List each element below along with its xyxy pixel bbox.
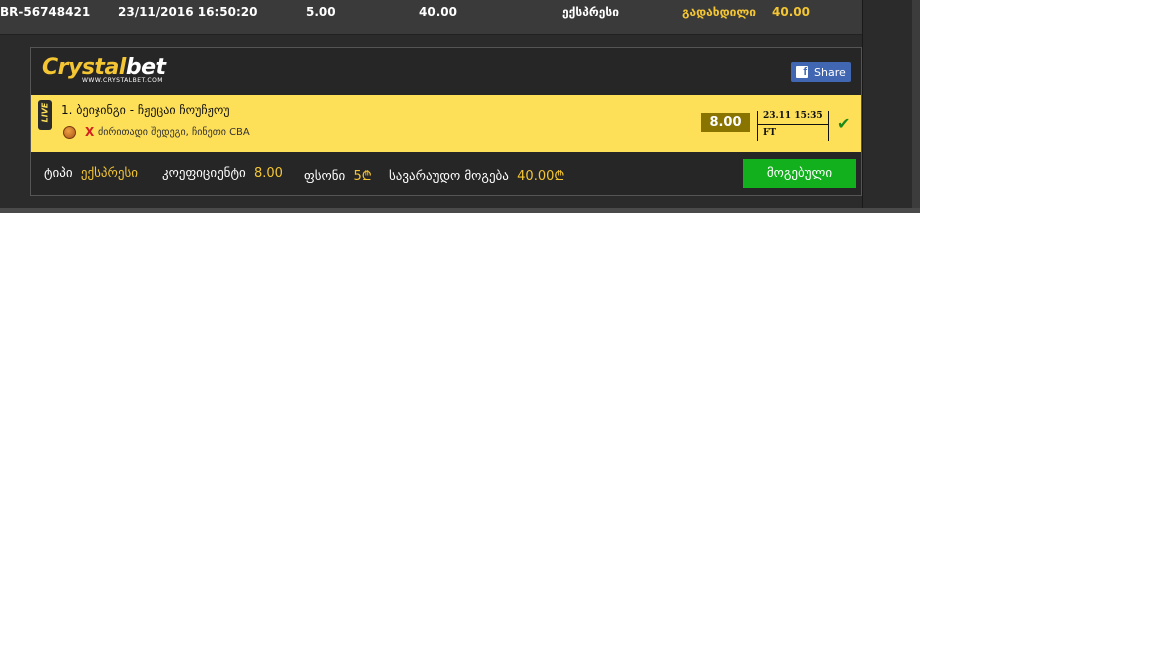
summary-coef-label: კოეფიციენტი — [162, 166, 246, 181]
summary-possible-win: სავარაუდო მოგება 40.00₾ — [389, 166, 564, 184]
bet-amount: 40.00 — [772, 5, 810, 19]
summary-possible-value: 40.00₾ — [517, 169, 565, 184]
logo-url: WWW.CRYSTALBET.COM — [82, 77, 163, 84]
bet-date: 23/11/2016 16:50:20 — [118, 5, 258, 19]
betting-history-panel: BR-56748421 23/11/2016 16:50:20 5.00 40.… — [0, 0, 920, 213]
summary-type: ტიპი ექსპრესი — [44, 166, 138, 181]
right-column — [862, 0, 913, 210]
summary-type-value: ექსპრესი — [80, 166, 138, 181]
bet-slip-card: Crystalbet WWW.CRYSTALBET.COM f Share LI… — [30, 47, 862, 196]
summary-possible-label: სავარაუდო მოგება — [389, 169, 509, 184]
match-status: FT — [763, 128, 777, 138]
live-badge: LIVE — [38, 100, 52, 130]
bet-summary: ტიპი ექსპრესი კოეფიციენტი 8.00 ფსონი 5₾ … — [31, 152, 861, 195]
checkmark-icon: ✔ — [837, 114, 851, 133]
share-label: Share — [814, 65, 846, 79]
facebook-share-button[interactable]: f Share — [791, 62, 851, 82]
summary-stake-value: 5₾ — [353, 169, 372, 184]
bet-history-row[interactable]: BR-56748421 23/11/2016 16:50:20 5.00 40.… — [0, 0, 862, 35]
bottom-divider — [0, 208, 920, 213]
summary-type-label: ტიპი — [44, 166, 73, 181]
scrollbar[interactable] — [912, 0, 920, 213]
match-datetime: 23.11 15:35 — [758, 111, 828, 125]
bet-possible-win: 40.00 — [419, 5, 457, 19]
won-status-button[interactable]: მოგებული — [743, 159, 856, 188]
summary-stake: ფსონი 5₾ — [304, 166, 372, 184]
bet-type: ექსპრესი — [562, 5, 619, 19]
basketball-icon — [63, 126, 76, 139]
bet-selection-row: LIVE 1. ბეიჯინგი - ჩჟეცაი ჩოუჩჟოუ X ძირი… — [31, 95, 861, 152]
summary-stake-label: ფსონი — [304, 169, 346, 184]
bet-id: BR-56748421 — [0, 5, 91, 19]
match-title: 1. ბეიჯინგი - ჩჟეცაი ჩოუჩჟოუ — [61, 103, 230, 117]
summary-coef-value: 8.00 — [253, 166, 283, 181]
facebook-icon: f — [796, 66, 808, 78]
selection-odds: 8.00 — [701, 113, 750, 132]
bet-status: გადახდილი — [682, 5, 757, 19]
summary-coefficient: კოეფიციენტი 8.00 — [162, 166, 283, 181]
bet-stake: 5.00 — [306, 5, 336, 19]
market-league: ძირითადი შედეგი, ჩინეთი CBA — [98, 127, 250, 138]
selection-pick: X — [85, 125, 95, 139]
bet-slip-header: Crystalbet WWW.CRYSTALBET.COM f Share — [31, 48, 861, 95]
match-time-box: 23.11 15:35 FT — [757, 111, 829, 141]
crystalbet-logo: Crystalbet WWW.CRYSTALBET.COM — [42, 56, 166, 85]
